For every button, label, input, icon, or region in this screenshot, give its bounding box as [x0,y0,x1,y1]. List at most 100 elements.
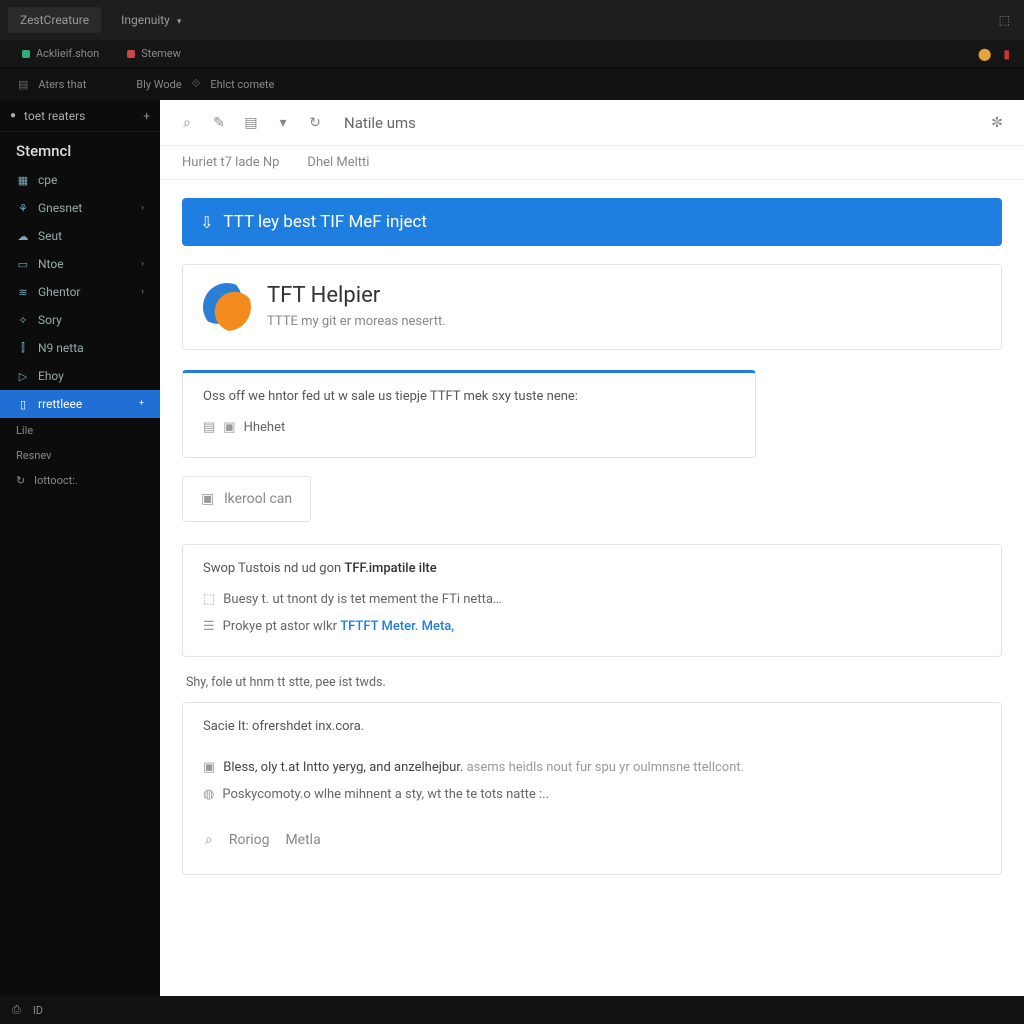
sidebar-item-cpe[interactable]: ▦ cpe [0,166,160,194]
search-icon[interactable]: ⌕ [205,832,213,848]
menu-item-label: Ingenuity [121,13,170,27]
gear-icon[interactable]: ✼ [988,114,1006,132]
box-intro-row[interactable]: ▤ ▣ Hhehet [203,414,735,441]
banner-text: TTT ley best TIF MeF inject [223,212,427,232]
sidebar-item-netta[interactable]: ⫿ N9 netta [0,334,160,362]
box-steps-row-a[interactable]: ⬚ Buesy t. ut tnont dy is tet mement the… [203,586,981,613]
sidebar-item-label: Gnesnet [38,201,82,215]
tag-icon: ▷ [16,370,30,383]
row-label: Poskycomoty.o wlhe mihnent a sty, wt the… [222,787,549,802]
statusbar: ⎙ ID [0,996,1024,1024]
app-name: ZestCreature [8,7,101,33]
tab-huriet[interactable]: Huriet t7 lade Np [182,155,279,170]
row-label: Prokye pt astor wlkr TFTFT Meter. Meta, [223,619,455,634]
lock-icon: ⬚ [203,592,215,607]
sub-tabs: Huriet t7 lade Np Dhel Meltti [160,146,1024,180]
pin-icon[interactable]: ✎ [210,114,228,132]
action-label: lkerool can [224,491,292,507]
sidebar-sub-lile[interactable]: Lile [0,418,160,443]
clipboard-icon: ▣ [201,491,214,507]
action-lkerool[interactable]: ▣ lkerool can [182,476,311,522]
tab-dot-icon [127,50,135,58]
sidebar-item-ehoy[interactable]: ▷ Ehoy [0,362,160,390]
chart-icon: ≋ [16,286,30,299]
tab-label: Acklieif.shon [36,47,99,60]
crumb-a[interactable]: Aters that [38,78,86,91]
tab-1[interactable]: Acklieif.shon [8,40,113,67]
sidebar-item-seut[interactable]: ☁ Seut [0,222,160,250]
warn-icon[interactable]: ⬤ [972,47,997,61]
status-id: ID [33,1004,43,1017]
sidebar-item-label: Sory [38,313,62,327]
footer-b[interactable]: Metla [285,832,320,848]
crumb-b[interactable]: Bly Wode [136,78,181,91]
chevron-right-icon: › [141,259,144,269]
add-icon[interactable]: + [143,109,150,123]
tab-dhel[interactable]: Dhel Meltti [307,155,369,170]
menu-item-ingenuity[interactable]: Ingenuity ▾ [109,7,193,33]
box-steps-lead: Swop Tustois nd ud gon TFF.impatile ilte [203,561,981,576]
note-icon: ▭ [16,258,30,271]
helper-title: TFT Helpier [267,283,446,308]
sidebar-item-sory[interactable]: ✧ Sory [0,306,160,334]
sidebar-sub-resnev[interactable]: Resnev [0,443,160,468]
row-label: Hhehet [244,420,286,435]
box-details-row-a[interactable]: ▣ Bless, oly t.at Intto yeryg, and anzel… [203,754,981,781]
menubar: ZestCreature Ingenuity ▾ ⬚ [0,0,1024,40]
tab-2[interactable]: Stemew [113,40,195,67]
search-icon[interactable]: ⌕ [178,114,196,132]
copy-icon: ▣ [223,420,235,435]
cloud-down-icon: ⇩ [200,213,213,232]
chevron-down-icon: ▾ [177,17,182,27]
helper-card: TFT Helpier TTTE my git er moreas nesert… [182,264,1002,350]
tabstrip: Acklieif.shon Stemew ⬤ ▮ [0,40,1024,68]
sidebar-item-label: Ehoy [38,369,64,383]
list-icon: ☰ [203,619,215,634]
thumb-up-icon[interactable]: ⬚ [993,13,1016,27]
sidebar-item-ntoe[interactable]: ▭ Ntoe › [0,250,160,278]
doc-icon: ▤ [203,420,215,435]
cloud-icon: ☁ [16,230,30,243]
sidebar-item-gnesnet[interactable]: ⚘ Gnesnet › [0,194,160,222]
box-steps: Swop Tustois nd ud gon TFF.impatile ilte… [182,544,1002,657]
main: ⌕ ✎ ▤ ▾ ↻ Natile ums ✼ Huriet t7 lade Np… [160,100,1024,996]
sidebar-item-rrettleee[interactable]: ▯ rrettleee + [0,390,160,418]
tab-label: Stemew [141,47,181,60]
users-icon: ⚘ [16,202,30,215]
box-footer: ⌕ Roriog Metla [203,822,981,858]
sidebar-item-label: Ghentor [38,285,81,299]
sidebar-item-label: Seut [38,229,62,243]
sparkle-icon: ✧ [16,314,30,327]
row-label: Bless, oly t.at Intto yeryg, and anzelhe… [223,760,744,775]
toolbar: ⌕ ✎ ▤ ▾ ↻ Natile ums ✼ [160,100,1024,146]
sidebar-item-label: Ntoe [38,257,64,271]
bookmark-icon: ▯ [16,398,30,411]
link-icon: ⟐ [192,77,201,91]
close-icon[interactable]: ▮ [997,47,1016,61]
clock-icon: ↻ [16,474,25,487]
chevron-right-icon: › [141,203,144,213]
globe-icon: ◍ [203,787,214,802]
sidebar-sub-iottooct[interactable]: ↻ Iottooct:. [0,468,160,493]
file-icon: ▤ [18,78,28,91]
crumb-c[interactable]: Ehlct comete [210,78,274,91]
page-icon[interactable]: ▤ [242,114,260,132]
box-steps-row-b[interactable]: ☰ Prokye pt astor wlkr TFTFT Meter. Meta… [203,613,981,640]
grid-icon: ▦ [16,174,30,187]
bullet-icon: ● [10,110,16,121]
footer-a[interactable]: Roriog [229,832,270,848]
terminal-icon[interactable]: ⎙ [12,1003,21,1017]
plus-icon: + [139,399,144,409]
breadcrumb: ▤ Aters that Bly Wode ⟐ Ehlct comete [0,68,1024,100]
chevron-down-icon[interactable]: ▾ [274,114,292,132]
box-details-lead: Sacie It: ofrershdet inx.cora. [203,719,981,734]
box-details-row-b[interactable]: ◍ Poskycomoty.o wlhe mihnent a sty, wt t… [203,781,981,808]
sidebar-heading: Stemncl [0,132,160,166]
tab-dot-icon [22,50,30,58]
sidebar-item-ghentor[interactable]: ≋ Ghentor › [0,278,160,306]
sidebar-toprow-label[interactable]: toet reaters [24,109,85,123]
sidebar-sub-label: Iottooct:. [34,474,78,487]
banner[interactable]: ⇩ TTT ley best TIF MeF inject [182,198,1002,246]
sidebar-item-label: cpe [38,173,57,187]
refresh-icon[interactable]: ↻ [306,114,324,132]
